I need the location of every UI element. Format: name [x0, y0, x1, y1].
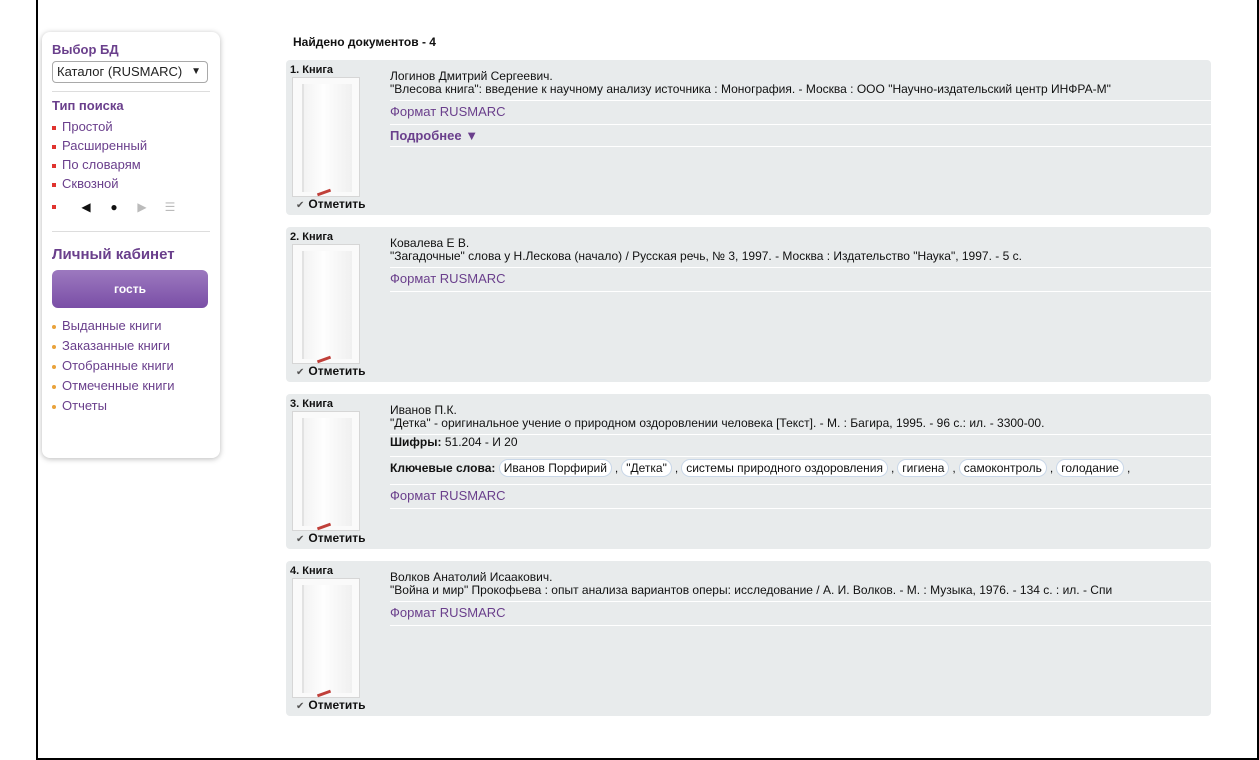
- record-number: 4. Книга: [290, 565, 334, 577]
- result-record: 4. Книга ✔ Отметить Волков Анатолий Исаак…: [286, 561, 1211, 716]
- search-type-advanced[interactable]: Расширенный: [52, 136, 210, 155]
- cabinet-issued-books[interactable]: Выданные книги: [52, 316, 210, 336]
- sidebar: Выбор БД Каталог (RUSMARC) ▼ Тип поиска …: [42, 32, 220, 458]
- db-select[interactable]: Каталог (RUSMARC) ▼: [52, 61, 208, 83]
- record-title: "Детка" - оригинальное учение о природно…: [390, 416, 1045, 430]
- slider-pager: ◀ ● ▶ ☰: [52, 197, 210, 217]
- keywords-label: Ключевые слова:: [390, 461, 496, 475]
- more-link[interactable]: Подробнее ▼: [390, 125, 1211, 146]
- keyword-tag[interactable]: системы природного оздоровления: [681, 459, 888, 477]
- cabinet-list: Выданные книги Заказанные книги Отобранн…: [52, 316, 210, 416]
- mark-checkbox[interactable]: ✔ Отметить: [296, 531, 366, 545]
- cipher-value: 51.204 - И 20: [444, 435, 518, 449]
- cipher-label: Шифры:: [390, 435, 442, 449]
- mark-label: Отметить: [308, 698, 366, 712]
- mark-label: Отметить: [308, 531, 366, 545]
- current-dot-icon[interactable]: ●: [100, 200, 128, 214]
- keyword-tag[interactable]: самоконтроль: [958, 459, 1047, 477]
- search-type-dictionaries[interactable]: По словарям: [52, 155, 210, 174]
- mark-label: Отметить: [308, 364, 366, 378]
- keyword-tag[interactable]: Иванов Порфирий: [498, 459, 612, 477]
- record-description: Логинов Дмитрий Сергеевич. "Влесова книг…: [390, 60, 1211, 100]
- chevron-down-icon: ▼: [191, 66, 201, 77]
- next-arrow-icon[interactable]: ▶: [128, 200, 156, 214]
- mark-checkbox[interactable]: ✔ Отметить: [296, 364, 366, 378]
- keyword-tag[interactable]: гигиена: [897, 459, 950, 477]
- record-number: 3. Книга: [290, 398, 334, 410]
- book-cover-icon[interactable]: [292, 77, 360, 197]
- record-number: 1. Книга: [290, 64, 334, 76]
- result-record: 2. Книга ✔ Отметить Ковалева Е В. "Загадо…: [286, 227, 1211, 382]
- record-description: Ковалева Е В. "Загадочные" слова у Н.Лес…: [390, 227, 1211, 267]
- db-select-value: Каталог (RUSMARC): [57, 64, 183, 79]
- cabinet-title: Личный кабинет: [52, 246, 175, 263]
- book-cover-icon[interactable]: [292, 578, 360, 698]
- checkmark-icon: ✔: [296, 534, 305, 545]
- format-link[interactable]: Формат RUSMARC: [390, 101, 1211, 124]
- format-link[interactable]: Формат RUSMARC: [390, 268, 1211, 291]
- checkmark-icon: ✔: [296, 701, 305, 712]
- format-link[interactable]: Формат RUSMARC: [390, 602, 1211, 625]
- keyword-tag[interactable]: "Детка": [621, 459, 672, 477]
- record-cipher: Шифры: 51.204 - И 20: [390, 435, 1211, 456]
- result-record: 3. Книга ✔ Отметить Иванов П.К. "Детка" -…: [286, 394, 1211, 549]
- result-record: 1. Книга ✔ Отметить Логинов Дмитрий Серге…: [286, 60, 1211, 215]
- checkmark-icon: ✔: [296, 200, 305, 211]
- search-type-title: Тип поиска: [52, 98, 124, 113]
- divider: [52, 231, 210, 232]
- record-title: "Влесова книга": введение к научному ана…: [390, 82, 1111, 96]
- search-type-list: Простой Расширенный По словарям Сквозной: [52, 117, 210, 193]
- cabinet-ordered-books[interactable]: Заказанные книги: [52, 336, 210, 356]
- db-select-title: Выбор БД: [52, 42, 119, 57]
- record-title: "Война и мир" Прокофьева : опыт анализа …: [390, 583, 1113, 597]
- record-description: Волков Анатолий Исаакович. "Война и мир"…: [390, 561, 1211, 601]
- cabinet-marked-books[interactable]: Отмеченные книги: [52, 376, 210, 396]
- prev-arrow-icon[interactable]: ◀: [72, 200, 100, 214]
- checkmark-icon: ✔: [296, 367, 305, 378]
- results-count: Найдено документов - 4: [293, 35, 436, 49]
- cabinet-reports[interactable]: Отчеты: [52, 396, 210, 416]
- divider: [52, 91, 210, 92]
- bullet-icon: [52, 205, 56, 209]
- mark-checkbox[interactable]: ✔ Отметить: [296, 698, 366, 712]
- record-keywords: Ключевые слова: Иванов Порфирий, "Детка",…: [390, 459, 1131, 477]
- record-title: "Загадочные" слова у Н.Лескова (начало) …: [390, 249, 1022, 263]
- format-link[interactable]: Формат RUSMARC: [390, 485, 1211, 508]
- search-type-simple[interactable]: Простой: [52, 117, 210, 136]
- record-number: 2. Книга: [290, 231, 334, 243]
- search-type-crosscut[interactable]: Сквозной: [52, 174, 210, 193]
- cabinet-selected-books[interactable]: Отобранные книги: [52, 356, 210, 376]
- mark-label: Отметить: [308, 197, 366, 211]
- guest-button[interactable]: гость: [52, 270, 208, 308]
- keyword-tag[interactable]: голодание: [1056, 459, 1124, 477]
- menu-icon[interactable]: ☰: [156, 200, 184, 214]
- record-description: Иванов П.К. "Детка" - оригинальное учени…: [390, 394, 1211, 434]
- book-cover-icon[interactable]: [292, 411, 360, 531]
- mark-checkbox[interactable]: ✔ Отметить: [296, 197, 366, 211]
- book-cover-icon[interactable]: [292, 244, 360, 364]
